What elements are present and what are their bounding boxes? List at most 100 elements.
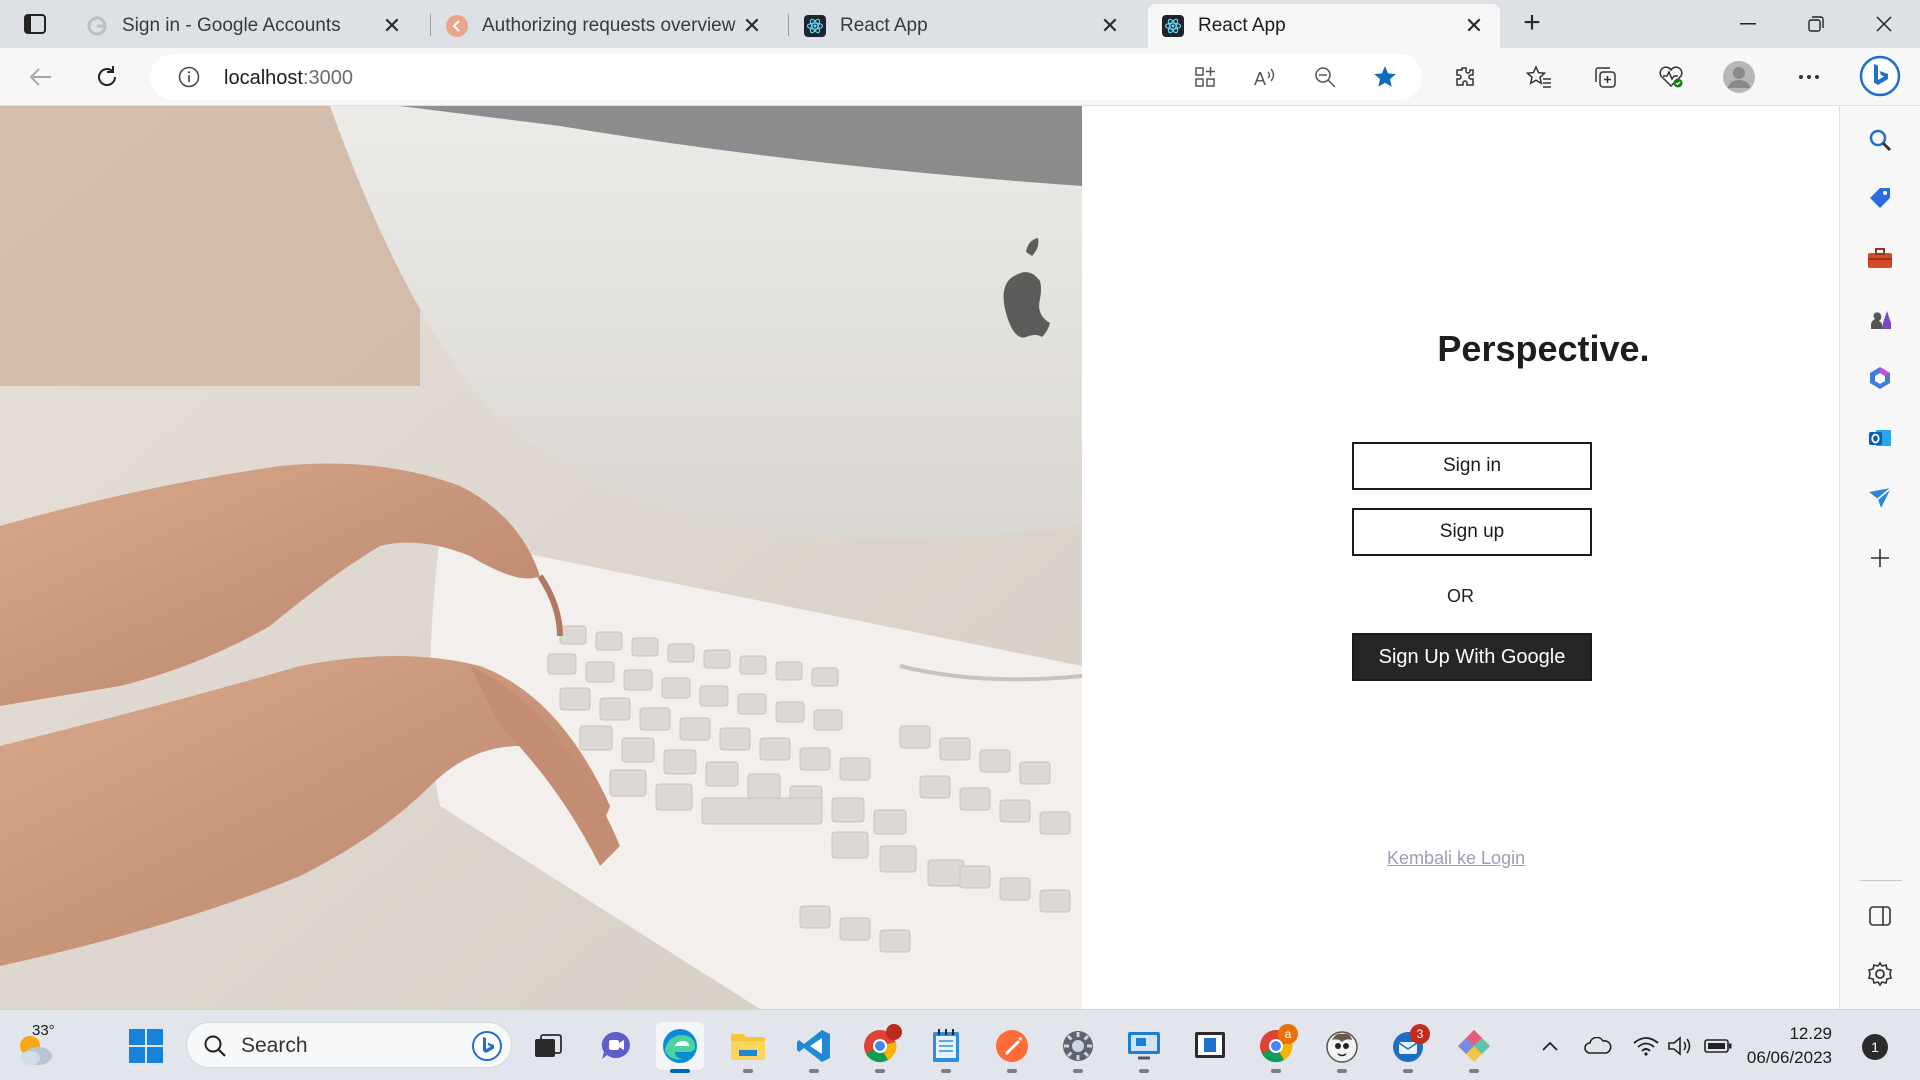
browser-essentials-icon[interactable]	[1654, 60, 1688, 94]
profile-badge	[886, 1024, 902, 1040]
edge-sidebar	[1839, 106, 1920, 1009]
running-indicator	[670, 1069, 690, 1073]
clock-date: 06/06/2023	[1746, 1048, 1832, 1067]
tab-strip: Sign in - Google Accounts ✕ Authorizing …	[0, 0, 1920, 48]
battery-icon[interactable]	[1704, 1032, 1732, 1060]
running-indicator	[1007, 1069, 1017, 1073]
notepad-icon[interactable]	[922, 1022, 970, 1073]
tab-separator	[430, 14, 431, 36]
site-info-icon[interactable]	[172, 60, 206, 94]
or-divider-text: OR	[1447, 586, 1474, 606]
refresh-icon[interactable]	[90, 60, 124, 94]
app-available-icon[interactable]	[1188, 60, 1222, 94]
games-icon[interactable]	[1862, 300, 1898, 336]
hide-sidebar-icon[interactable]	[1862, 898, 1898, 934]
taskbar-search[interactable]: Search	[186, 1022, 512, 1068]
google-icon	[86, 15, 108, 37]
virtualbox-icon[interactable]	[1186, 1022, 1234, 1070]
microsoft-365-icon[interactable]	[1862, 360, 1898, 396]
send-drop-icon[interactable]	[1862, 480, 1898, 516]
google-signup-button[interactable]: Sign Up With Google	[1352, 633, 1592, 681]
settings-taskbar-icon[interactable]	[1054, 1022, 1102, 1073]
settings-gear-icon[interactable]	[1862, 956, 1898, 992]
show-hidden-icons-chevron-icon[interactable]	[1536, 1032, 1564, 1060]
restore-icon[interactable]	[1796, 8, 1836, 40]
shopping-tag-icon[interactable]	[1862, 180, 1898, 216]
running-indicator	[941, 1069, 951, 1073]
thunderbird-icon[interactable]: 3	[1384, 1022, 1432, 1073]
close-tab-icon[interactable]: ✕	[1098, 13, 1122, 38]
sign-in-button[interactable]: Sign in	[1352, 442, 1592, 490]
tab-title: Authorizing requests overview | F	[482, 15, 740, 36]
weather-widget[interactable]: 33°	[14, 1020, 62, 1068]
tab-actions-icon[interactable]	[18, 11, 52, 37]
bing-icon	[472, 1031, 502, 1061]
notification-center-badge[interactable]: 1	[1862, 1034, 1888, 1060]
svg-text:A: A	[1254, 69, 1266, 88]
running-indicator	[1337, 1069, 1347, 1073]
collections-icon[interactable]	[1588, 60, 1622, 94]
profile-avatar-icon[interactable]	[1722, 60, 1756, 94]
running-indicator	[1469, 1069, 1479, 1073]
sign-up-button[interactable]: Sign up	[1352, 508, 1592, 556]
chrome-profile-icon[interactable]	[856, 1022, 904, 1073]
start-button[interactable]	[122, 1022, 170, 1070]
onedrive-cloud-icon[interactable]	[1584, 1032, 1612, 1060]
volume-icon[interactable]	[1666, 1032, 1694, 1060]
file-explorer-icon[interactable]	[724, 1022, 772, 1073]
back-icon[interactable]	[24, 60, 58, 94]
system-clock[interactable]: 12.29 06/06/2023	[1740, 1022, 1832, 1070]
address-bar[interactable]: localhost:3000 A	[150, 54, 1422, 100]
clock-time: 12.29	[1789, 1024, 1832, 1043]
more-options-icon[interactable]	[1792, 60, 1826, 94]
read-aloud-icon[interactable]: A	[1248, 60, 1282, 94]
outlook-icon[interactable]	[1862, 420, 1898, 456]
wifi-icon[interactable]	[1632, 1032, 1660, 1060]
tab-title: Sign in - Google Accounts	[122, 15, 341, 36]
extensions-icon[interactable]	[1448, 60, 1482, 94]
task-view-icon[interactable]	[524, 1022, 572, 1070]
running-indicator	[1271, 1069, 1281, 1073]
zoom-out-icon[interactable]	[1308, 60, 1342, 94]
thunderbird-badge: 3	[1410, 1024, 1430, 1044]
teams-chat-icon[interactable]	[592, 1022, 640, 1070]
new-tab-button[interactable]: +	[1516, 8, 1548, 38]
windows-taskbar: 33° Search a 3 12.29 06/06/2023 1	[0, 1009, 1920, 1080]
close-window-icon[interactable]	[1864, 8, 1904, 40]
favorites-icon[interactable]	[1522, 60, 1556, 94]
tab-google-accounts[interactable]: Sign in - Google Accounts ✕	[72, 4, 418, 48]
tab-react-app-active[interactable]: React App ✕	[1148, 4, 1500, 48]
edge-taskbar-icon[interactable]	[656, 1022, 704, 1073]
close-tab-icon[interactable]: ✕	[740, 13, 764, 38]
address-host: localhost	[224, 67, 303, 89]
sidebar-divider	[1860, 880, 1902, 881]
back-to-login-link[interactable]: Kembali ke Login	[1387, 848, 1525, 869]
auth-panel: Perspective. Sign in Sign up OR Sign Up …	[1082, 106, 1839, 1009]
git-kraken-icon[interactable]	[1450, 1022, 1498, 1073]
tools-icon[interactable]	[1862, 240, 1898, 276]
close-tab-icon[interactable]: ✕	[380, 13, 404, 38]
tab-authorizing-requests[interactable]: Authorizing requests overview | F ✕	[432, 4, 778, 48]
brand-title: Perspective.	[1437, 328, 1650, 369]
running-indicator	[875, 1069, 885, 1073]
address-url[interactable]: localhost:3000	[224, 67, 353, 90]
remote-desktop-icon[interactable]	[1120, 1022, 1168, 1073]
tab-separator	[788, 14, 789, 36]
running-indicator	[743, 1069, 753, 1073]
favorite-star-icon[interactable]	[1368, 60, 1402, 94]
bing-copilot-icon[interactable]	[1858, 54, 1902, 98]
add-sidebar-app-icon[interactable]	[1862, 540, 1898, 576]
react-icon	[1162, 15, 1184, 37]
tab-react-app[interactable]: React App ✕	[790, 4, 1136, 48]
running-indicator	[809, 1069, 819, 1073]
running-indicator	[1403, 1069, 1413, 1073]
minimize-icon[interactable]	[1728, 8, 1768, 40]
gimp-icon[interactable]	[1318, 1022, 1366, 1073]
close-tab-icon[interactable]: ✕	[1462, 13, 1486, 38]
tab-title: React App	[1198, 15, 1286, 36]
running-indicator	[1139, 1069, 1149, 1073]
chrome-dev-icon[interactable]: a	[1252, 1022, 1300, 1073]
vscode-icon[interactable]	[790, 1022, 838, 1073]
search-icon[interactable]	[1862, 122, 1898, 158]
postman-icon[interactable]	[988, 1022, 1036, 1073]
